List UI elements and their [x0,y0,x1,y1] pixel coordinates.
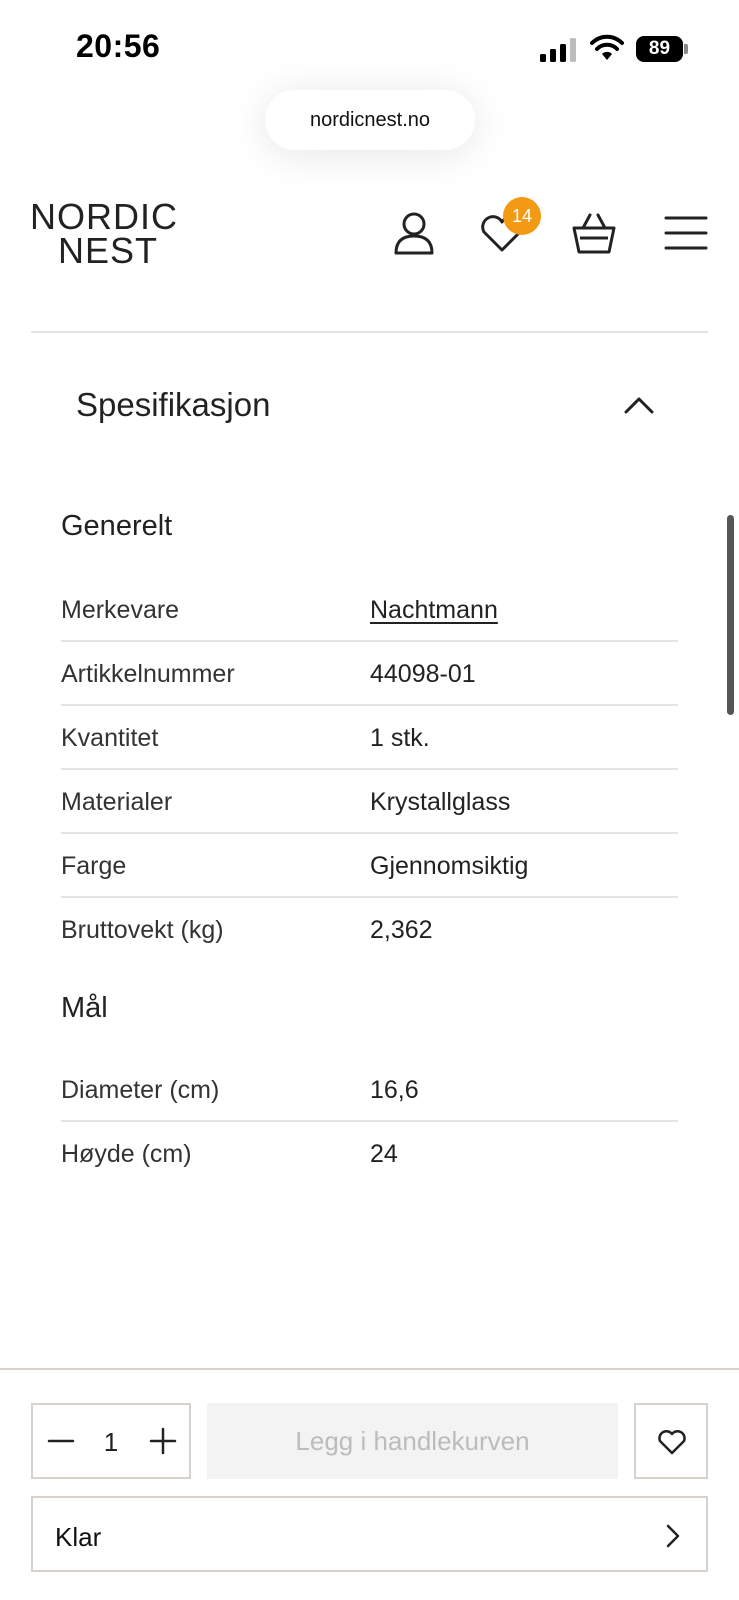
spec-label: Kvantitet [61,724,159,752]
specification-accordion-title[interactable]: Spesifikasjon [76,386,270,424]
spec-row-article-number: Artikkelnummer 44098-01 [61,642,678,706]
address-bar[interactable]: nordicnest.no [265,90,475,150]
wishlist-count-badge: 14 [503,197,541,235]
header-divider [31,331,708,333]
status-time: 20:56 [76,28,161,64]
spec-value: 1 stk. [370,724,430,752]
spec-value: Gjennomsiktig [370,852,529,880]
klarna-label: Klar [55,1522,102,1552]
heart-icon [658,1430,686,1455]
spec-row-quantity: Kvantitet 1 stk. [61,706,678,770]
spec-value: Krystallglass [370,788,511,816]
plus-icon[interactable] [145,1423,181,1459]
add-to-wishlist-button[interactable] [634,1403,708,1479]
spec-row-brand: Merkevare Nachtmann [61,578,678,642]
dimensions-section-title: Mål [61,992,108,1024]
battery-indicator: 89 [636,36,688,62]
battery-cap [684,44,688,54]
logo-line-1: NORDIC [30,196,178,237]
spec-value: 44098-01 [370,660,476,688]
basket-icon[interactable] [570,210,618,256]
spec-row-gross-weight: Bruttovekt (kg) 2,362 [61,898,678,962]
spec-value: 24 [370,1140,398,1168]
general-section-title: Generelt [61,510,173,542]
spec-label: Diameter (cm) [61,1076,220,1104]
brand-link[interactable]: Nachtmann [370,596,498,625]
spec-label: Artikkelnummer [61,660,235,688]
spec-label: Materialer [61,788,173,816]
chevron-up-icon[interactable] [622,392,656,418]
klarna-payment-option[interactable]: Klar [31,1496,708,1572]
spec-value: 2,362 [370,916,433,944]
spec-row-diameter: Diameter (cm) 16,6 [61,1058,678,1122]
quantity-value[interactable]: 1 [93,1427,129,1458]
wifi-icon [590,34,624,60]
spec-row-height: Høyde (cm) 24 [61,1122,678,1186]
nordic-nest-logo[interactable]: NORDIC NEST [30,196,180,271]
cellular-signal-icon [540,38,576,62]
spec-value: 16,6 [370,1076,419,1104]
scrollbar-thumb[interactable] [727,515,734,715]
minus-icon[interactable] [43,1423,79,1459]
chevron-right-icon [666,1524,680,1548]
purchase-bar-divider [0,1368,739,1370]
logo-line-2: NEST [58,230,159,271]
spec-label: Merkevare [61,596,180,624]
quantity-stepper: 1 [31,1403,191,1479]
spec-label: Høyde (cm) [61,1140,192,1168]
account-icon[interactable] [390,210,438,256]
battery-level: 89 [636,36,683,62]
spec-row-color: Farge Gjennomsiktig [61,834,678,898]
status-bar: 20:56 89 [0,0,739,90]
hamburger-menu-icon[interactable] [662,210,710,256]
spec-label: Farge [61,852,127,880]
spec-row-materials: Materialer Krystallglass [61,770,678,834]
spec-label: Bruttovekt (kg) [61,916,224,944]
add-to-cart-button[interactable]: Legg i handlekurven [207,1403,618,1479]
